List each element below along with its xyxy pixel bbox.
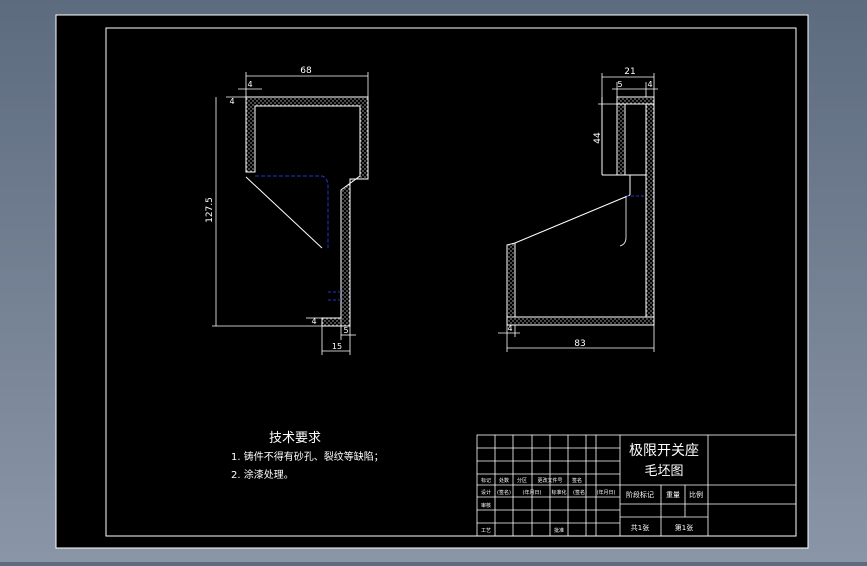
title-cell: 第1张 [675, 523, 693, 532]
title-cell: 处数 [499, 477, 509, 484]
title-cell: (签名) [573, 489, 587, 496]
cad-viewport: 68 4 4 127.5 4 5 15 21 5 4 44 4 83 技术要求 … [0, 0, 867, 562]
dim-text: 44 [593, 132, 603, 144]
title-cell: 批准 [554, 527, 564, 534]
dim-text: 4 [647, 80, 652, 89]
drawing-sheet [55, 14, 809, 549]
title-cell: 设计 [481, 489, 491, 496]
title-cell: 阶段标记 [626, 490, 654, 499]
side-view-section-wall [645, 96, 655, 326]
title-cell: 重量 [666, 491, 680, 499]
dim-text: 4 [229, 97, 234, 106]
side-view-top-wall [616, 96, 655, 105]
title-cell: (签名) [497, 489, 511, 496]
title-cell: 工艺 [481, 528, 491, 534]
dim-text: 68 [300, 66, 312, 76]
dim-text: 127.5 [205, 197, 215, 223]
title-cell: (年月日) [523, 489, 542, 496]
side-view-bottom-wall [506, 316, 655, 326]
title-cell: 分区 [517, 477, 527, 484]
title-cell: 更改文件号 [537, 477, 562, 484]
dim-text: 15 [332, 342, 342, 351]
tech-requirement-item: 2. 涂漆处理。 [231, 468, 294, 481]
title-cell: 标准化 [551, 489, 566, 496]
drawing-type: 毛坯图 [644, 464, 683, 479]
title-cell: 审核 [481, 502, 491, 509]
title-cell: (年月日) [597, 489, 616, 496]
dim-text: 4 [247, 80, 252, 89]
tech-requirement-item: 1. 铸件不得有砂孔、裂纹等缺陷； [231, 450, 384, 463]
dim-text: 5 [617, 80, 622, 89]
title-cell: 签名 [572, 477, 582, 484]
title-cell: 比例 [689, 490, 703, 499]
tech-requirements-title: 技术要求 [269, 431, 321, 446]
dim-text: 21 [624, 67, 635, 77]
dim-text: 4 [507, 324, 512, 333]
title-cell: 共1张 [631, 523, 649, 532]
drawing-canvas: 68 4 4 127.5 4 5 15 21 5 4 44 4 83 技术要求 … [55, 14, 809, 549]
title-cell: 标记 [481, 477, 491, 484]
dim-text: 5 [343, 326, 348, 335]
dim-text: 83 [574, 339, 585, 349]
part-name: 极限开关座 [629, 443, 699, 459]
side-view-left-wall [506, 242, 516, 318]
side-view-section-wall [616, 96, 626, 176]
